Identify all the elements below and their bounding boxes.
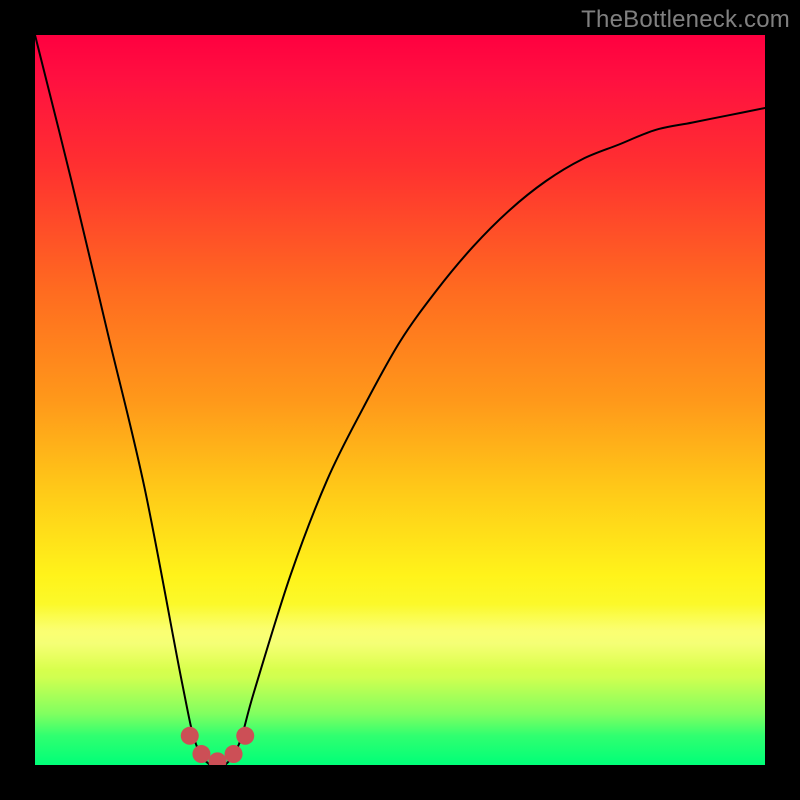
curve-marker bbox=[181, 727, 199, 745]
marker-group bbox=[181, 727, 254, 765]
curve-marker bbox=[192, 745, 210, 763]
curve-layer bbox=[35, 35, 765, 765]
curve-marker bbox=[225, 745, 243, 763]
watermark-text: TheBottleneck.com bbox=[581, 6, 790, 34]
curve-marker bbox=[209, 752, 227, 765]
bottleneck-curve bbox=[35, 35, 765, 765]
plot-area bbox=[35, 35, 765, 765]
curve-marker bbox=[236, 727, 254, 745]
chart-frame: TheBottleneck.com bbox=[0, 0, 800, 800]
